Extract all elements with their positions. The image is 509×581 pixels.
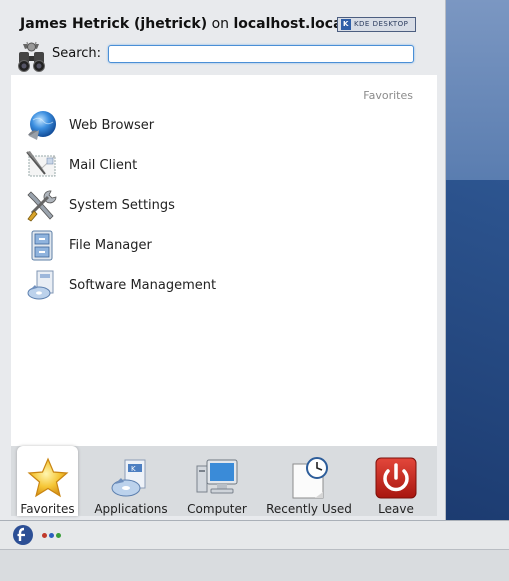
tab-applications[interactable]: K Applications [91,446,171,516]
favorite-system-settings[interactable]: System Settings [25,185,425,225]
pager-desktop-3[interactable] [56,533,61,538]
tab-leave[interactable]: Leave [367,446,425,516]
tab-label: Recently Used [266,502,352,516]
power-icon [375,457,417,499]
applications-icon: K [111,459,146,497]
favorites-heading: Favorites [363,89,413,102]
tab-label: Applications [94,502,168,516]
file-cabinet-icon [31,230,53,261]
kde-desktop-badge: K KDE DESKTOP [337,17,416,32]
tools-icon [27,190,57,222]
favorite-software-management[interactable]: Software Management [25,265,425,305]
favorite-label: File Manager [69,237,152,253]
kde-logo-icon: K [341,19,351,30]
svg-text:K: K [131,465,136,473]
pager-desktop-2[interactable] [49,533,54,538]
clock-document-icon [292,457,328,499]
favorite-label: System Settings [69,197,175,213]
binoculars-icon [18,41,45,72]
taskbar-strip [0,521,509,550]
tab-recently-used[interactable]: Recently Used [263,446,355,516]
launcher-tab-bar: Favorites K Applications Computer Recent… [11,446,437,516]
star-icon [27,457,68,498]
search-input[interactable] [108,45,414,63]
favorite-file-manager[interactable]: File Manager [25,225,425,265]
tab-computer[interactable]: Computer [183,446,251,516]
tab-favorites[interactable]: Favorites [17,446,78,516]
user-name: James Hetrick (jhetrick) [20,16,208,32]
tab-label: Favorites [20,502,75,516]
kickoff-launcher: James Hetrick (jhetrick) on localhost.lo… [0,0,446,521]
user-host-line: James Hetrick (jhetrick) on localhost.lo… [20,16,357,32]
favorite-mail-client[interactable]: Mail Client [25,145,425,185]
pager-desktop-1[interactable] [42,533,47,538]
software-package-icon [27,270,54,300]
favorite-web-browser[interactable]: Web Browser [25,105,425,145]
launcher-header: James Hetrick (jhetrick) on localhost.lo… [0,0,445,72]
fedora-launcher-icon[interactable] [12,524,34,546]
favorite-label: Software Management [69,277,217,293]
mail-icon [26,151,56,177]
kde-badge-text: KDE DESKTOP [353,20,409,28]
on-text: on [211,16,230,32]
favorites-panel: Favorites Web Browser Mail Client System… [11,75,437,446]
tab-label: Computer [187,502,247,516]
desktop-pager[interactable] [42,533,61,538]
tab-label: Leave [378,502,414,516]
search-label: Search: [52,46,102,61]
globe-icon [28,111,56,140]
taskbar [0,520,509,581]
computer-icon [196,459,238,494]
favorite-label: Mail Client [69,157,138,173]
favorite-label: Web Browser [69,117,155,133]
